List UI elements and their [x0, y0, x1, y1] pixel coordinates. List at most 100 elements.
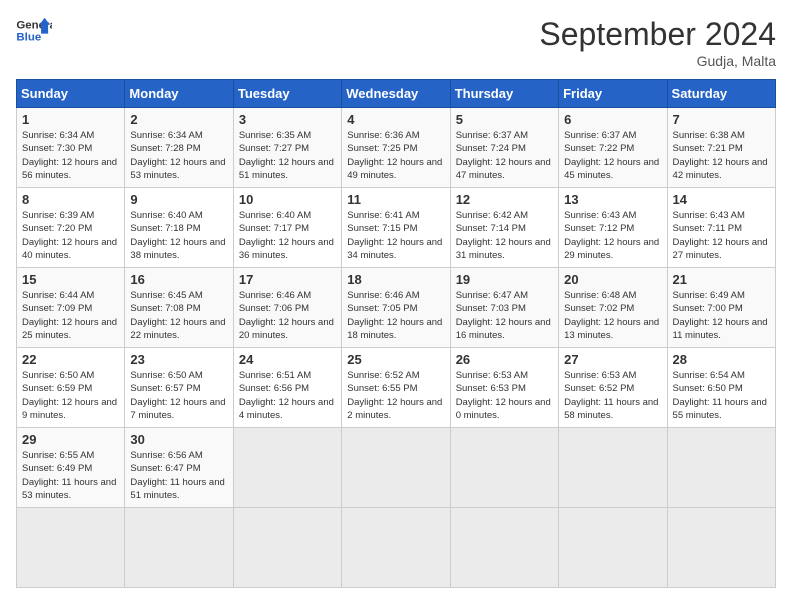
calendar-week-row: 8 Sunrise: 6:39 AM Sunset: 7:20 PM Dayli… [17, 188, 776, 268]
calendar-cell [667, 508, 775, 588]
day-number: 4 [347, 112, 444, 127]
calendar-cell: 24 Sunrise: 6:51 AM Sunset: 6:56 PM Dayl… [233, 348, 341, 428]
calendar-cell: 10 Sunrise: 6:40 AM Sunset: 7:17 PM Dayl… [233, 188, 341, 268]
day-info: Sunrise: 6:39 AM Sunset: 7:20 PM Dayligh… [22, 209, 119, 262]
calendar-cell: 11 Sunrise: 6:41 AM Sunset: 7:15 PM Dayl… [342, 188, 450, 268]
calendar-cell: 13 Sunrise: 6:43 AM Sunset: 7:12 PM Dayl… [559, 188, 667, 268]
calendar-cell [450, 428, 558, 508]
day-info: Sunrise: 6:40 AM Sunset: 7:18 PM Dayligh… [130, 209, 227, 262]
calendar-cell: 12 Sunrise: 6:42 AM Sunset: 7:14 PM Dayl… [450, 188, 558, 268]
day-number: 5 [456, 112, 553, 127]
calendar-cell: 3 Sunrise: 6:35 AM Sunset: 7:27 PM Dayli… [233, 108, 341, 188]
day-info: Sunrise: 6:56 AM Sunset: 6:47 PM Dayligh… [130, 449, 227, 502]
calendar-cell: 21 Sunrise: 6:49 AM Sunset: 7:00 PM Dayl… [667, 268, 775, 348]
day-number: 2 [130, 112, 227, 127]
day-info: Sunrise: 6:43 AM Sunset: 7:11 PM Dayligh… [673, 209, 770, 262]
day-info: Sunrise: 6:48 AM Sunset: 7:02 PM Dayligh… [564, 289, 661, 342]
calendar-cell: 17 Sunrise: 6:46 AM Sunset: 7:06 PM Dayl… [233, 268, 341, 348]
title-section: September 2024 Gudja, Malta [539, 16, 776, 69]
calendar-week-row: 22 Sunrise: 6:50 AM Sunset: 6:59 PM Dayl… [17, 348, 776, 428]
day-info: Sunrise: 6:42 AM Sunset: 7:14 PM Dayligh… [456, 209, 553, 262]
calendar-cell: 20 Sunrise: 6:48 AM Sunset: 7:02 PM Dayl… [559, 268, 667, 348]
location-subtitle: Gudja, Malta [539, 53, 776, 69]
calendar-cell [125, 508, 233, 588]
calendar-cell: 30 Sunrise: 6:56 AM Sunset: 6:47 PM Dayl… [125, 428, 233, 508]
day-info: Sunrise: 6:43 AM Sunset: 7:12 PM Dayligh… [564, 209, 661, 262]
day-info: Sunrise: 6:38 AM Sunset: 7:21 PM Dayligh… [673, 129, 770, 182]
calendar-cell: 5 Sunrise: 6:37 AM Sunset: 7:24 PM Dayli… [450, 108, 558, 188]
day-info: Sunrise: 6:52 AM Sunset: 6:55 PM Dayligh… [347, 369, 444, 422]
calendar-cell: 16 Sunrise: 6:45 AM Sunset: 7:08 PM Dayl… [125, 268, 233, 348]
day-number: 10 [239, 192, 336, 207]
month-title: September 2024 [539, 16, 776, 53]
day-number: 23 [130, 352, 227, 367]
calendar-cell [233, 508, 341, 588]
day-info: Sunrise: 6:46 AM Sunset: 7:06 PM Dayligh… [239, 289, 336, 342]
day-info: Sunrise: 6:53 AM Sunset: 6:52 PM Dayligh… [564, 369, 661, 422]
header-thursday: Thursday [450, 80, 558, 108]
day-number: 11 [347, 192, 444, 207]
calendar-cell [17, 508, 125, 588]
day-number: 18 [347, 272, 444, 287]
calendar-cell: 4 Sunrise: 6:36 AM Sunset: 7:25 PM Dayli… [342, 108, 450, 188]
header-saturday: Saturday [667, 80, 775, 108]
day-number: 28 [673, 352, 770, 367]
calendar-cell [450, 508, 558, 588]
day-info: Sunrise: 6:50 AM Sunset: 6:57 PM Dayligh… [130, 369, 227, 422]
day-number: 24 [239, 352, 336, 367]
day-number: 13 [564, 192, 661, 207]
calendar-cell: 8 Sunrise: 6:39 AM Sunset: 7:20 PM Dayli… [17, 188, 125, 268]
calendar-week-row [17, 508, 776, 588]
header-sunday: Sunday [17, 80, 125, 108]
calendar-week-row: 1 Sunrise: 6:34 AM Sunset: 7:30 PM Dayli… [17, 108, 776, 188]
day-number: 30 [130, 432, 227, 447]
day-number: 19 [456, 272, 553, 287]
day-number: 16 [130, 272, 227, 287]
calendar-cell: 1 Sunrise: 6:34 AM Sunset: 7:30 PM Dayli… [17, 108, 125, 188]
day-number: 22 [22, 352, 119, 367]
logo-icon: General Blue [16, 16, 52, 46]
day-info: Sunrise: 6:45 AM Sunset: 7:08 PM Dayligh… [130, 289, 227, 342]
calendar-cell: 7 Sunrise: 6:38 AM Sunset: 7:21 PM Dayli… [667, 108, 775, 188]
calendar-cell [233, 428, 341, 508]
calendar-cell [342, 428, 450, 508]
day-number: 20 [564, 272, 661, 287]
page-header: General Blue September 2024 Gudja, Malta [16, 16, 776, 69]
calendar-cell: 25 Sunrise: 6:52 AM Sunset: 6:55 PM Dayl… [342, 348, 450, 428]
day-info: Sunrise: 6:49 AM Sunset: 7:00 PM Dayligh… [673, 289, 770, 342]
calendar-cell: 2 Sunrise: 6:34 AM Sunset: 7:28 PM Dayli… [125, 108, 233, 188]
logo: General Blue [16, 16, 52, 46]
calendar-week-row: 15 Sunrise: 6:44 AM Sunset: 7:09 PM Dayl… [17, 268, 776, 348]
calendar-cell [342, 508, 450, 588]
calendar-cell: 15 Sunrise: 6:44 AM Sunset: 7:09 PM Dayl… [17, 268, 125, 348]
calendar-cell: 18 Sunrise: 6:46 AM Sunset: 7:05 PM Dayl… [342, 268, 450, 348]
day-info: Sunrise: 6:51 AM Sunset: 6:56 PM Dayligh… [239, 369, 336, 422]
day-number: 1 [22, 112, 119, 127]
day-info: Sunrise: 6:53 AM Sunset: 6:53 PM Dayligh… [456, 369, 553, 422]
day-info: Sunrise: 6:46 AM Sunset: 7:05 PM Dayligh… [347, 289, 444, 342]
day-number: 27 [564, 352, 661, 367]
day-number: 29 [22, 432, 119, 447]
day-number: 21 [673, 272, 770, 287]
weekday-header-row: Sunday Monday Tuesday Wednesday Thursday… [17, 80, 776, 108]
calendar-table: Sunday Monday Tuesday Wednesday Thursday… [16, 79, 776, 588]
day-info: Sunrise: 6:44 AM Sunset: 7:09 PM Dayligh… [22, 289, 119, 342]
day-number: 14 [673, 192, 770, 207]
day-info: Sunrise: 6:40 AM Sunset: 7:17 PM Dayligh… [239, 209, 336, 262]
calendar-cell [559, 428, 667, 508]
calendar-cell: 6 Sunrise: 6:37 AM Sunset: 7:22 PM Dayli… [559, 108, 667, 188]
day-info: Sunrise: 6:37 AM Sunset: 7:24 PM Dayligh… [456, 129, 553, 182]
calendar-cell: 23 Sunrise: 6:50 AM Sunset: 6:57 PM Dayl… [125, 348, 233, 428]
calendar-week-row: 29 Sunrise: 6:55 AM Sunset: 6:49 PM Dayl… [17, 428, 776, 508]
day-info: Sunrise: 6:41 AM Sunset: 7:15 PM Dayligh… [347, 209, 444, 262]
calendar-cell: 28 Sunrise: 6:54 AM Sunset: 6:50 PM Dayl… [667, 348, 775, 428]
day-info: Sunrise: 6:34 AM Sunset: 7:28 PM Dayligh… [130, 129, 227, 182]
calendar-cell: 9 Sunrise: 6:40 AM Sunset: 7:18 PM Dayli… [125, 188, 233, 268]
day-number: 12 [456, 192, 553, 207]
calendar-cell [667, 428, 775, 508]
svg-text:Blue: Blue [16, 32, 41, 44]
day-info: Sunrise: 6:50 AM Sunset: 6:59 PM Dayligh… [22, 369, 119, 422]
header-tuesday: Tuesday [233, 80, 341, 108]
day-number: 25 [347, 352, 444, 367]
day-number: 3 [239, 112, 336, 127]
